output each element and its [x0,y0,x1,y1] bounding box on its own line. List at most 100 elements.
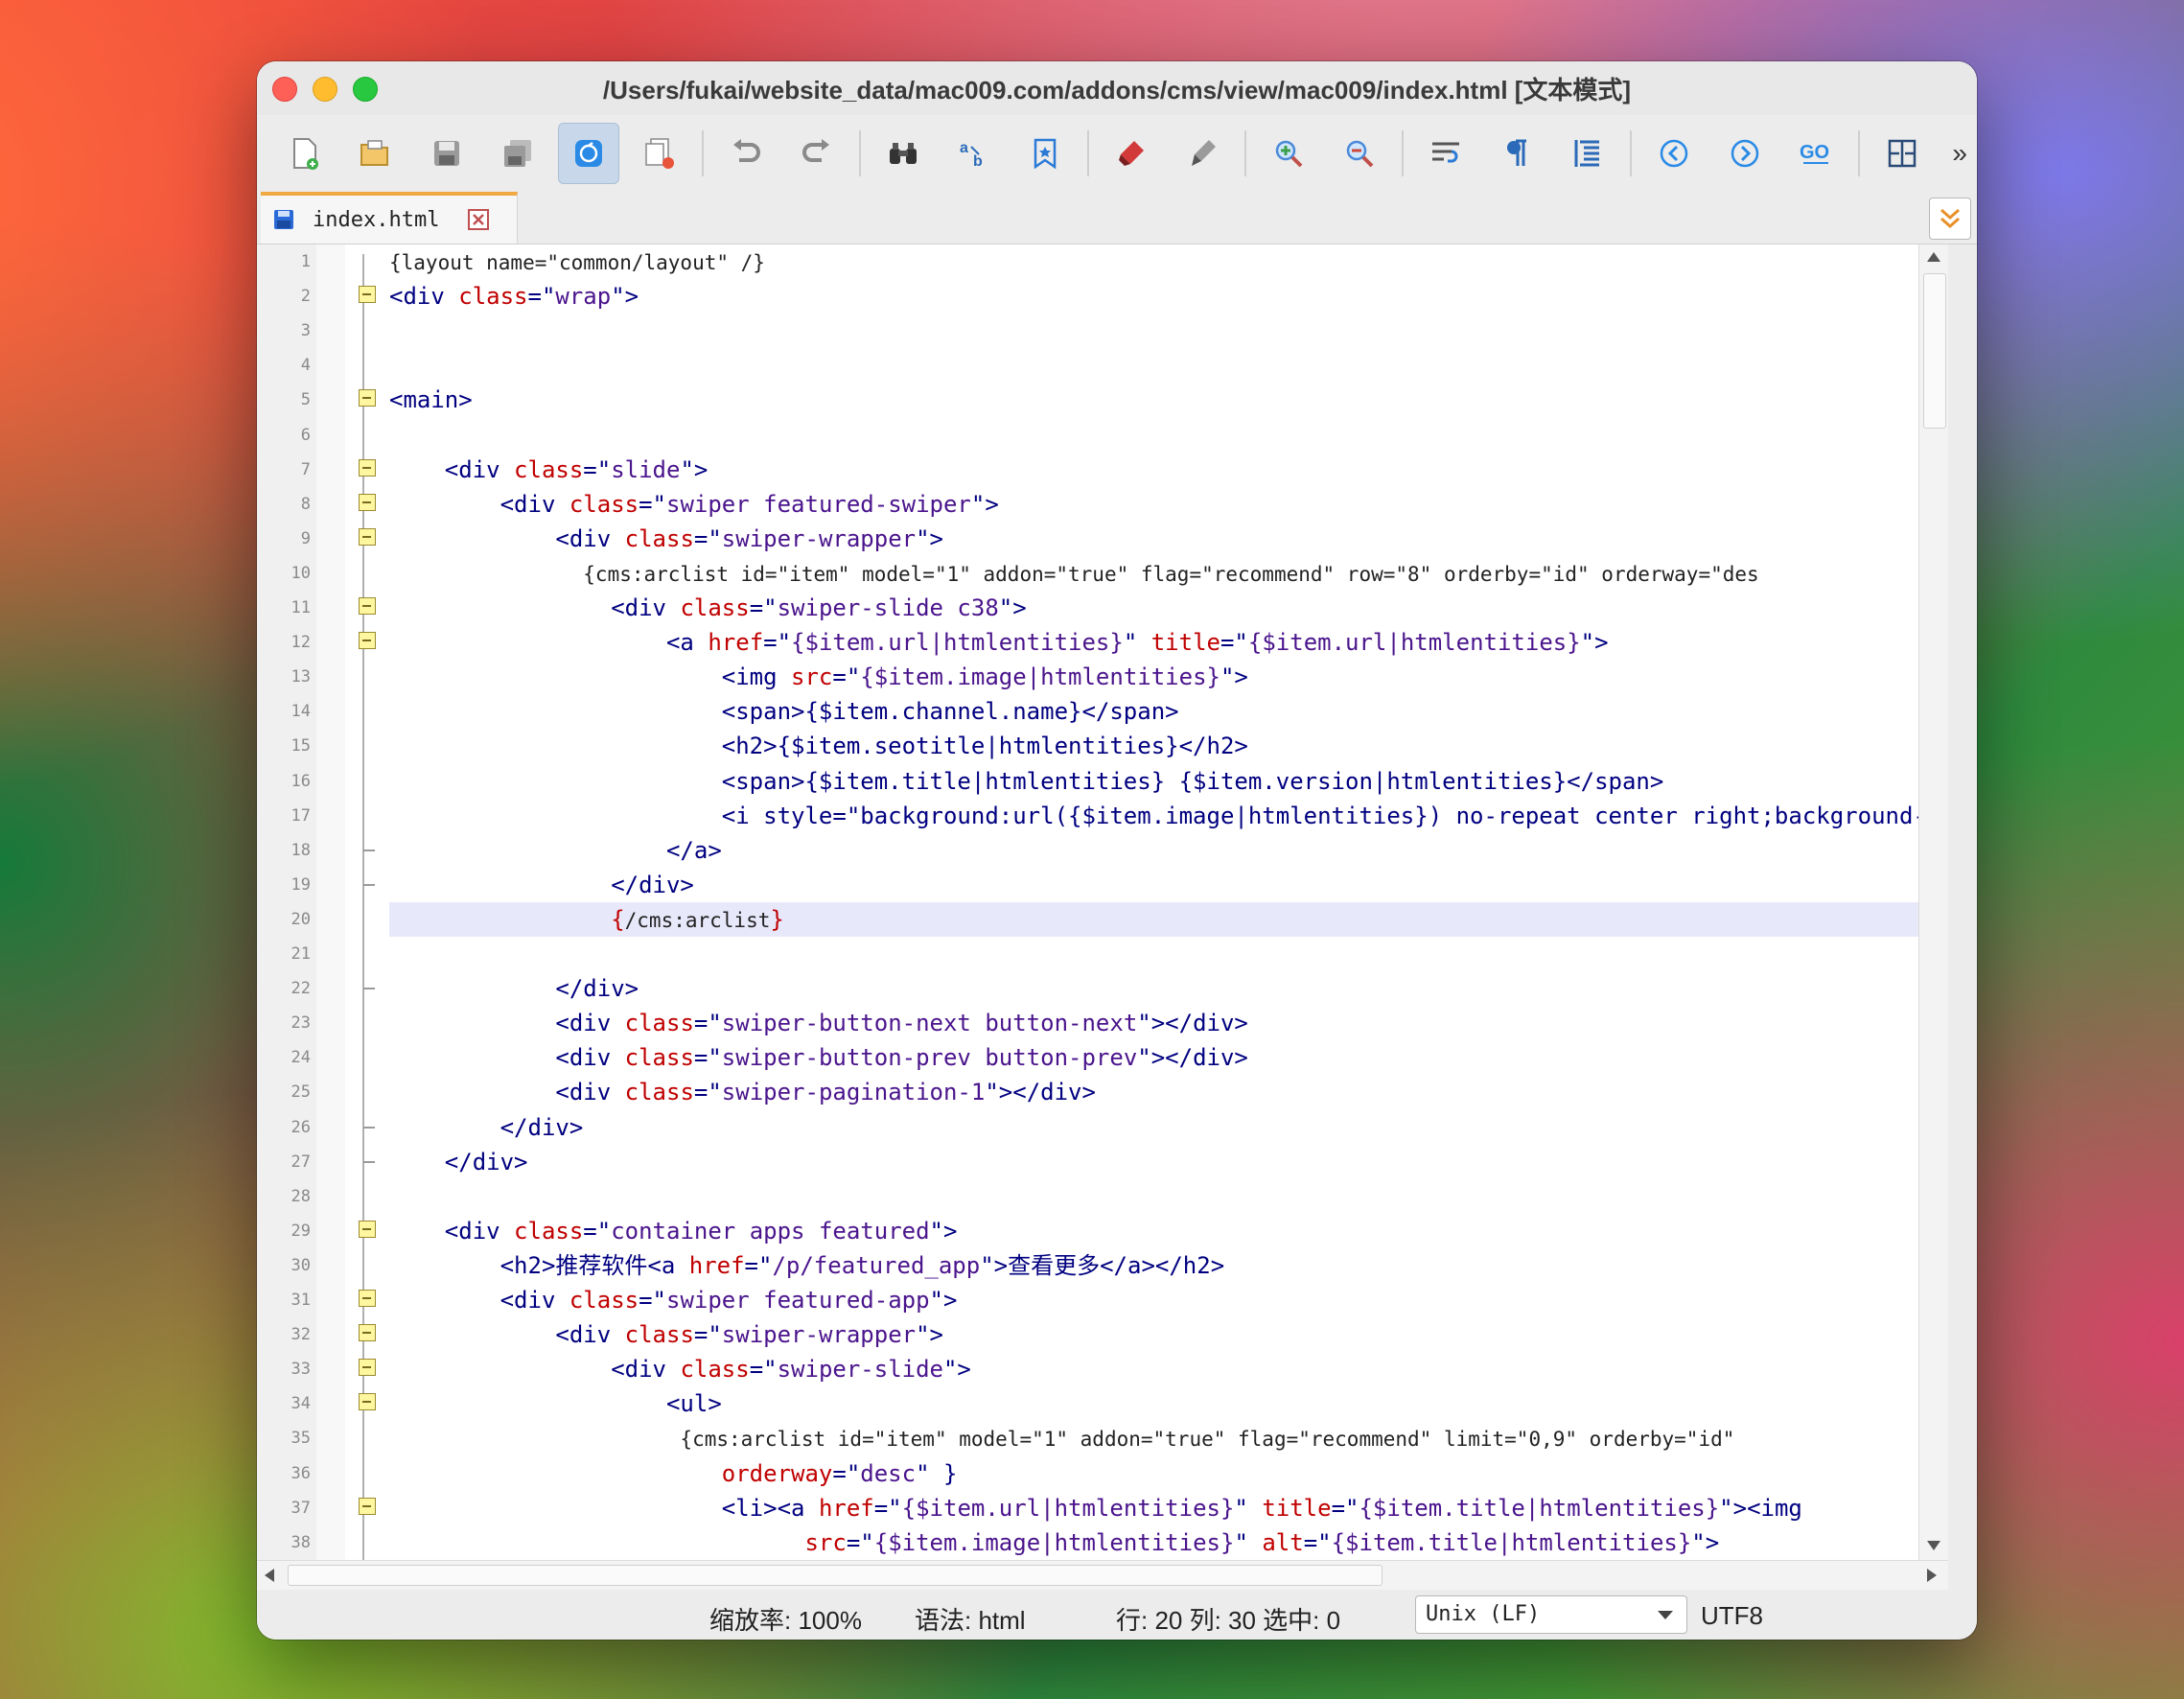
close-all-button[interactable] [629,123,690,184]
code-line[interactable]: 20 {/cms:arclist} [257,901,1948,937]
fold-toggle-icon[interactable] [359,493,376,511]
code-line[interactable]: 25 <div class="swiper-pagination-1"></di… [257,1075,1948,1109]
fold-toggle-icon[interactable] [359,1220,376,1238]
scroll-down-arrow[interactable] [1927,1541,1940,1550]
close-tab-icon[interactable] [468,209,490,230]
toolbar-overflow-button[interactable]: » [1952,138,1967,169]
code-line[interactable]: 29 <div class="container apps featured"> [257,1214,1948,1248]
scroll-left-arrow[interactable] [265,1569,274,1582]
code-line[interactable]: 28 [257,1179,1948,1214]
bookmark-button[interactable] [1014,123,1076,184]
goto-button[interactable]: GO [1785,123,1847,184]
code-line[interactable]: 14 <span>{$item.channel.name}</span> [257,694,1948,729]
fold-toggle-icon[interactable] [359,1393,376,1411]
zoom-out-button[interactable] [1329,123,1390,184]
code-line[interactable]: 15 <h2>{$item.seotitle|htmlentities}</h2… [257,729,1948,763]
code-line[interactable]: 38 src="{$item.image|htmlentities}" alt=… [257,1525,1948,1560]
code-line[interactable]: 3 [257,314,1948,348]
code-line[interactable]: 30 <h2>推荐软件<a href="/p/featured_app">查看更… [257,1248,1948,1283]
tab-list-button[interactable] [1929,198,1971,240]
code-line[interactable]: 5 <main> [257,383,1948,417]
code-line[interactable]: 19 </div> [257,868,1948,902]
sync-button[interactable] [558,123,619,184]
code-line[interactable]: 17 <i style="background:url({$item.image… [257,799,1948,833]
fold-toggle-icon[interactable] [359,597,376,615]
scroll-right-arrow[interactable] [1927,1569,1937,1582]
code-line[interactable]: 34 <ul> [257,1386,1948,1421]
vertical-scroll-thumb[interactable] [1923,273,1946,429]
line-number: 7 [300,459,311,479]
code-line[interactable]: 10 {cms:arclist id="item" model="1" addo… [257,556,1948,591]
maximize-window-button[interactable] [353,77,378,102]
code-line[interactable]: 16 <span>{$item.title|htmlentities} {$it… [257,764,1948,799]
word-wrap-button[interactable] [1415,123,1476,184]
code-editor[interactable]: 1 {layout name="common/layout" /} 2 <div cl… [257,244,1948,1560]
fold-toggle-icon[interactable] [359,286,376,304]
code-line[interactable]: 18 </a> [257,833,1948,868]
highlight-button[interactable] [1101,123,1162,184]
code-line[interactable]: 12 <a href="{$item.url|htmlentities}" ti… [257,625,1948,660]
encoding-status[interactable]: UTF8 [1701,1601,1763,1631]
code-text: {/cms:arclist} [389,901,1919,937]
split-view-button[interactable] [1871,123,1933,184]
title-bar[interactable]: /Users/fukai/website_data/mac009.com/add… [257,61,1977,115]
fold-toggle-icon[interactable] [359,1290,376,1307]
open-file-button[interactable] [345,123,407,184]
replace-button[interactable]: ab [943,123,1005,184]
code-line[interactable]: 27 </div> [257,1145,1948,1179]
code-line[interactable]: 36 orderway="desc" } [257,1456,1948,1491]
tab-index-html[interactable]: index.html [261,192,518,244]
prev-button[interactable] [1643,123,1705,184]
fold-toggle-icon[interactable] [359,458,376,477]
save-button[interactable] [416,123,477,184]
save-all-button[interactable] [487,123,548,184]
syntax-status[interactable]: 语法: html [915,1601,1026,1637]
indent-guide-button[interactable] [1557,123,1618,184]
code-line[interactable]: 37 <li><a href="{$item.url|htmlentities}… [257,1491,1948,1525]
code-line[interactable]: 21 [257,937,1948,971]
show-symbols-button[interactable] [1486,123,1547,184]
chevron-down-icon [1658,1611,1673,1619]
code-line[interactable]: 7 <div class="slide"> [257,453,1948,487]
code-line[interactable]: 4 [257,348,1948,383]
fold-toggle-icon[interactable] [359,1359,376,1377]
code-line[interactable]: 2 <div class="wrap"> [257,279,1948,314]
code-line[interactable]: 31 <div class="swiper featured-app"> [257,1283,1948,1317]
horizontal-scrollbar[interactable] [257,1560,1948,1590]
clear-highlight-button[interactable] [1172,123,1233,184]
code-line[interactable]: 11 <div class="swiper-slide c38"> [257,591,1948,625]
fold-toggle-icon[interactable] [359,527,376,546]
scroll-up-arrow[interactable] [1927,252,1940,262]
code-line[interactable]: 8 <div class="swiper featured-swiper"> [257,487,1948,522]
new-file-button[interactable] [274,123,336,184]
code-line[interactable]: 33 <div class="swiper-slide"> [257,1352,1948,1386]
code-line[interactable]: 23 <div class="swiper-button-next button… [257,1006,1948,1040]
horizontal-scroll-thumb[interactable] [288,1565,1382,1586]
line-number: 37 [290,1498,311,1518]
code-line[interactable]: 6 [257,418,1948,453]
code-line[interactable]: 26 </div> [257,1110,1948,1145]
line-ending-select[interactable]: Unix (LF) [1415,1595,1687,1634]
vertical-scrollbar[interactable] [1918,244,1948,1560]
find-button[interactable] [872,123,934,184]
code-text: <span>{$item.channel.name}</span> [389,698,1179,726]
redo-button[interactable] [786,123,848,184]
code-line[interactable]: 9 <div class="swiper-wrapper"> [257,522,1948,556]
code-line[interactable]: 32 <div class="swiper-wrapper"> [257,1317,1948,1352]
code-line[interactable]: 35 {cms:arclist id="item" model="1" addo… [257,1421,1948,1455]
undo-icon [733,139,760,162]
zoom-in-button[interactable] [1258,123,1319,184]
code-line[interactable]: 22 </div> [257,971,1948,1006]
fold-toggle-icon[interactable] [359,389,376,407]
code-line[interactable]: 13 <img src="{$item.image|htmlentities}"… [257,660,1948,694]
fold-toggle-icon[interactable] [359,1324,376,1342]
code-line[interactable]: 1 {layout name="common/layout" /} [257,244,1948,279]
code-line[interactable]: 24 <div class="swiper-button-prev button… [257,1040,1948,1075]
undo-button[interactable] [715,123,777,184]
next-button[interactable] [1714,123,1776,184]
fold-toggle-icon[interactable] [359,632,376,650]
fold-toggle-icon[interactable] [359,1497,376,1515]
toolbar-separator [859,130,861,176]
close-window-button[interactable] [272,77,297,102]
minimize-window-button[interactable] [313,77,337,102]
